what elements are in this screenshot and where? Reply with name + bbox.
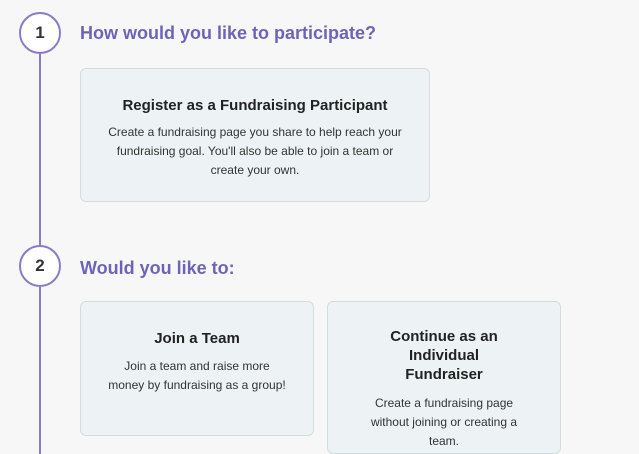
- step-1-number: 1: [35, 23, 45, 42]
- step-2-number: 2: [35, 256, 45, 275]
- step-2-heading: Would you like to:: [80, 258, 235, 278]
- option-title: Register as a Fundraising Participant: [122, 97, 388, 114]
- option-title: Continue as an Individual Fundraiser: [390, 328, 498, 383]
- step-1-number-badge: 1: [19, 12, 61, 54]
- join-a-team-option[interactable]: Join a Team Join a team and raise more m…: [80, 301, 314, 436]
- step-1-heading: How would you like to participate?: [80, 23, 377, 43]
- option-description: Create a fundraising page without joinin…: [370, 396, 518, 448]
- continue-as-individual-fundraiser-option[interactable]: Continue as an Individual Fundraiser Cre…: [327, 301, 561, 454]
- step-2-number-badge: 2: [19, 245, 61, 287]
- register-fundraising-participant-option[interactable]: Register as a Fundraising Participant Cr…: [80, 68, 430, 202]
- option-description: Join a team and raise more money by fund…: [108, 359, 286, 392]
- option-title: Join a Team: [154, 330, 240, 347]
- option-description: Create a fundraising page you share to h…: [108, 125, 402, 177]
